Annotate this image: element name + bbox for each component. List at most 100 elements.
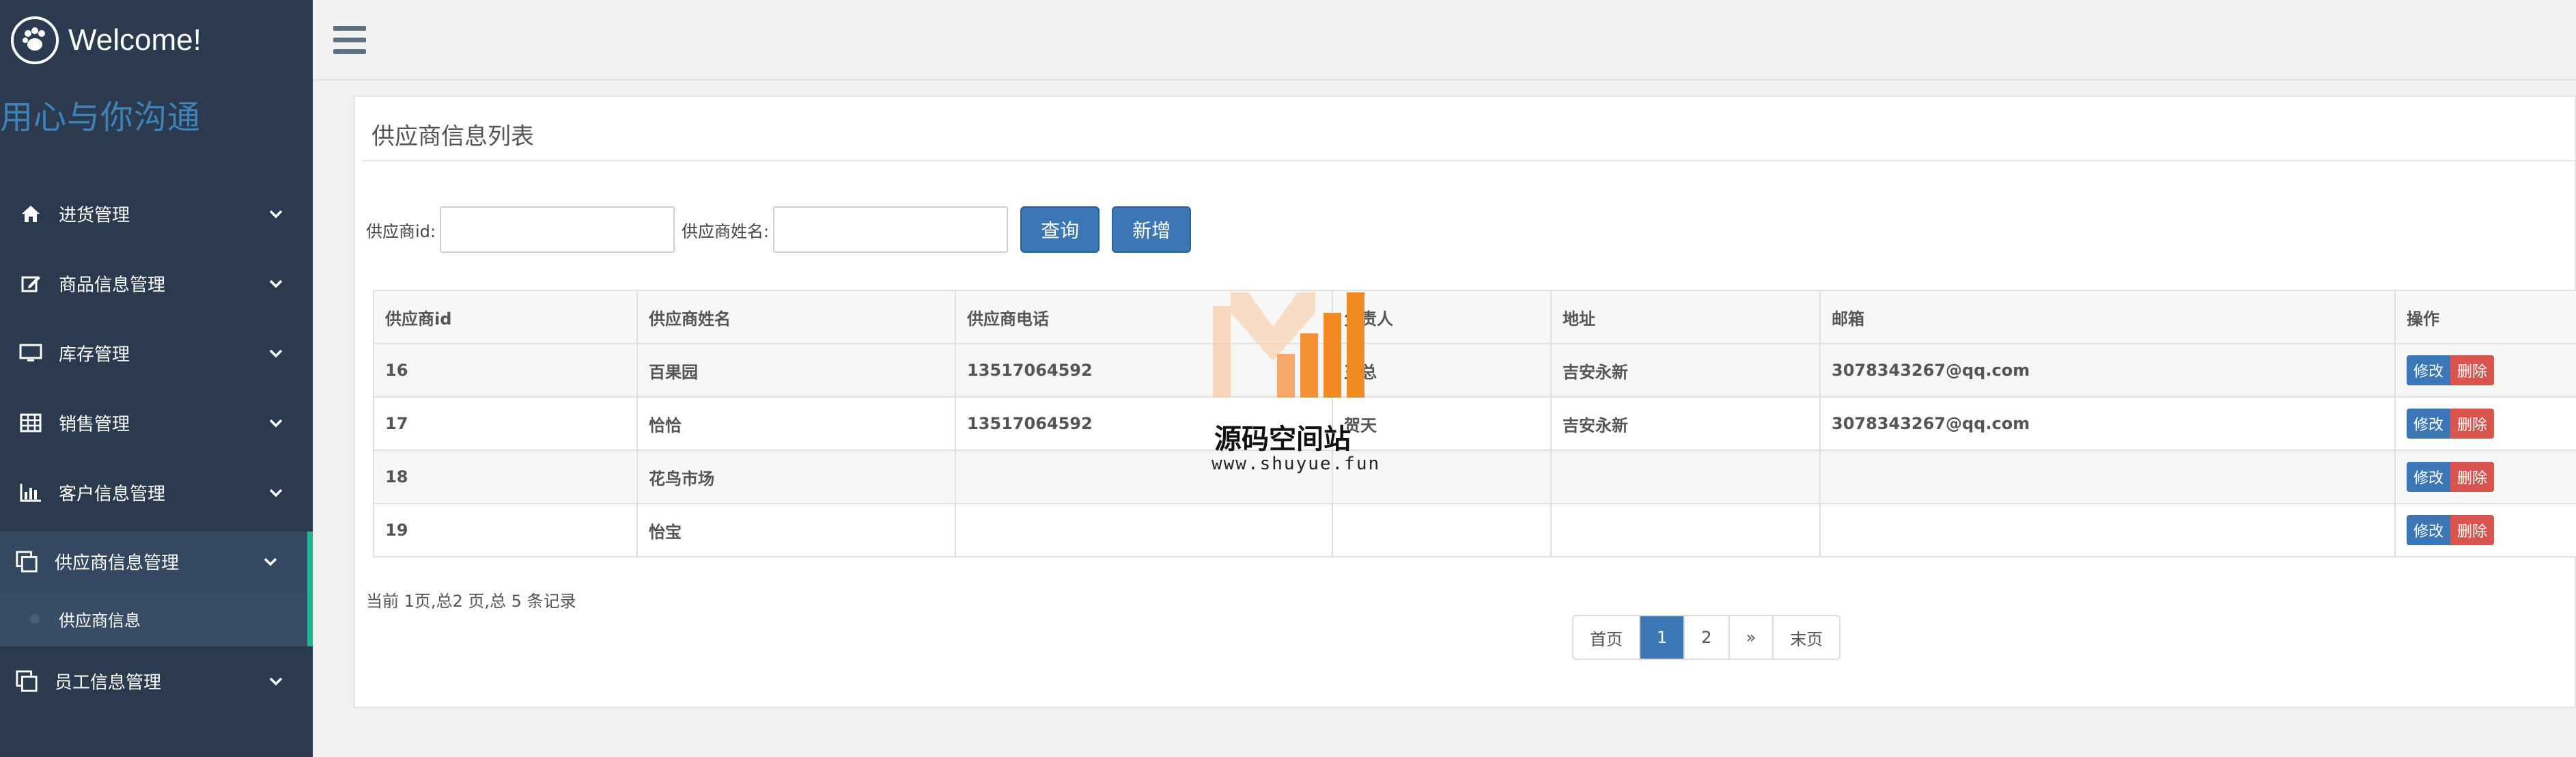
chevron-down-icon [264, 558, 277, 566]
sidebar-item-products[interactable]: 商品信息管理 [0, 249, 313, 318]
bar-chart-icon [19, 481, 42, 504]
sidebar-menu: 进货管理 商品信息管理 库存管理 销售管理 客户信息管理 供应商信息管理 供应商… [0, 179, 313, 716]
slogan: 用心与你沟通 [0, 98, 201, 137]
edit-icon [19, 272, 42, 295]
sidebar-item-label: 库存管理 [59, 344, 130, 366]
brand-title: Welcome! [68, 23, 201, 57]
supplier-id-input[interactable] [440, 206, 675, 253]
copy-icon [15, 550, 38, 573]
pager-last[interactable]: 末页 [1774, 616, 1840, 659]
table-row: 16 百果园 13517064592 王总 吉安永新 3078343267@qq… [373, 343, 2576, 398]
sidebar: Welcome! 用心与你沟通 进货管理 商品信息管理 库存管理 销售管理 客户… [0, 0, 313, 757]
edit-button[interactable]: 修改 [2407, 462, 2451, 492]
cell-email: 3078343267@qq.com [1819, 396, 2396, 451]
sidebar-item-customers[interactable]: 客户信息管理 [0, 458, 313, 527]
cell-name: 怡宝 [636, 503, 956, 558]
query-button[interactable]: 查询 [1020, 206, 1100, 253]
chevron-down-icon [269, 677, 283, 686]
supplier-table: 供应商id 供应商姓名 供应商电话 负责人 地址 邮箱 操作 16 百果园 13… [373, 290, 2576, 558]
table-row: 19 怡宝 修改 删除 [373, 503, 2576, 558]
cell-name: 花鸟市场 [636, 450, 956, 504]
sidebar-item-employees[interactable]: 员工信息管理 [0, 646, 313, 716]
sidebar-item-label: 进货管理 [59, 205, 130, 226]
edit-button[interactable]: 修改 [2407, 355, 2451, 385]
cell-phone [955, 503, 1333, 558]
col-header-actions: 操作 [2394, 290, 2576, 344]
chevron-down-icon [269, 210, 283, 219]
paw-icon [11, 16, 59, 64]
pager-next[interactable]: » [1729, 616, 1774, 659]
content-panel: 供应商信息列表 供应商id: 供应商姓名: 查询 新增 供应商id 供应商姓名 … [354, 96, 2576, 708]
sidebar-item-label: 供应商信息管理 [55, 553, 180, 574]
edit-button[interactable]: 修改 [2407, 515, 2451, 545]
cell-actions: 修改 删除 [2394, 396, 2576, 451]
chevron-down-icon [269, 279, 283, 288]
table-header-row: 供应商id 供应商姓名 供应商电话 负责人 地址 邮箱 操作 [373, 290, 2576, 344]
sidebar-item-label: 客户信息管理 [59, 484, 166, 505]
watermark-text: 源码空间站 [1214, 424, 1351, 455]
cell-id: 19 [373, 503, 638, 558]
page-title: 供应商信息列表 [372, 123, 534, 150]
cell-actions: 修改 删除 [2394, 503, 2576, 558]
pager-page-2[interactable]: 2 [1685, 616, 1730, 659]
cell-name: 百果园 [636, 343, 956, 398]
sidebar-item-label: 员工信息管理 [55, 672, 162, 693]
cell-id: 16 [373, 343, 638, 398]
edit-button[interactable]: 修改 [2407, 409, 2451, 439]
hamburger-menu-icon[interactable] [333, 26, 366, 55]
cell-actions: 修改 删除 [2394, 343, 2576, 398]
sidebar-item-inventory[interactable]: 库存管理 [0, 318, 313, 388]
cell-address: 吉安永新 [1550, 396, 1821, 451]
copy-icon [15, 670, 38, 693]
supplier-name-input[interactable] [773, 206, 1009, 253]
table-row: 17 恰恰 13517064592 贺天 吉安永新 3078343267@qq.… [373, 396, 2576, 451]
supplier-id-label: 供应商id: [366, 221, 436, 241]
sidebar-item-sales[interactable]: 销售管理 [0, 388, 313, 458]
col-header-id: 供应商id [373, 290, 638, 344]
cell-email [1819, 503, 2396, 558]
cell-email [1819, 450, 2396, 504]
sidebar-item-label: 销售管理 [59, 414, 130, 435]
pager-first[interactable]: 首页 [1573, 616, 1640, 659]
delete-button[interactable]: 删除 [2450, 355, 2495, 385]
title-divider [362, 160, 2575, 161]
table-row: 18 花鸟市场 修改 删除 [373, 450, 2576, 504]
sidebar-submenu-supplier-info[interactable]: 供应商信息 [0, 592, 313, 646]
home-icon [19, 202, 42, 225]
monitor-icon [19, 342, 42, 365]
cell-contact [1332, 503, 1552, 558]
table-icon [19, 411, 42, 435]
cell-id: 18 [373, 450, 638, 504]
cell-address [1550, 503, 1821, 558]
col-header-address: 地址 [1550, 290, 1821, 344]
delete-button[interactable]: 删除 [2450, 409, 2495, 439]
search-bar: 供应商id: 供应商姓名: 查询 新增 [366, 206, 1198, 253]
cell-actions: 修改 删除 [2394, 450, 2576, 504]
chevron-down-icon [269, 349, 283, 358]
sidebar-item-purchase[interactable]: 进货管理 [0, 179, 313, 249]
sidebar-item-label: 商品信息管理 [59, 275, 166, 296]
cell-contact: 贺天 [1332, 396, 1552, 451]
chevron-down-icon [269, 488, 283, 497]
delete-button[interactable]: 删除 [2450, 515, 2495, 545]
pagination: 首页 1 2 » 末页 [1572, 615, 1841, 660]
cell-address: 吉安永新 [1550, 343, 1821, 398]
brand[interactable]: Welcome! [11, 16, 201, 64]
sidebar-subitem-label: 供应商信息 [59, 611, 141, 631]
cell-address [1550, 450, 1821, 504]
col-header-email: 邮箱 [1819, 290, 2396, 344]
supplier-name-label: 供应商姓名: [682, 221, 770, 241]
bullet-icon [30, 614, 40, 624]
cell-name: 恰恰 [636, 396, 956, 451]
sidebar-item-suppliers[interactable]: 供应商信息管理 [0, 532, 313, 592]
watermark-url: www.shuyue.fun [1212, 454, 1381, 474]
cell-email: 3078343267@qq.com [1819, 343, 2396, 398]
cell-id: 17 [373, 396, 638, 451]
col-header-name: 供应商姓名 [636, 290, 956, 344]
topbar [313, 0, 2576, 81]
pager-page-1[interactable]: 1 [1640, 616, 1685, 659]
delete-button[interactable]: 删除 [2450, 462, 2495, 492]
page-info: 当前 1页,总2 页,总 5 条记录 [366, 592, 576, 611]
chevron-down-icon [269, 419, 283, 428]
add-button[interactable]: 新增 [1112, 206, 1192, 253]
